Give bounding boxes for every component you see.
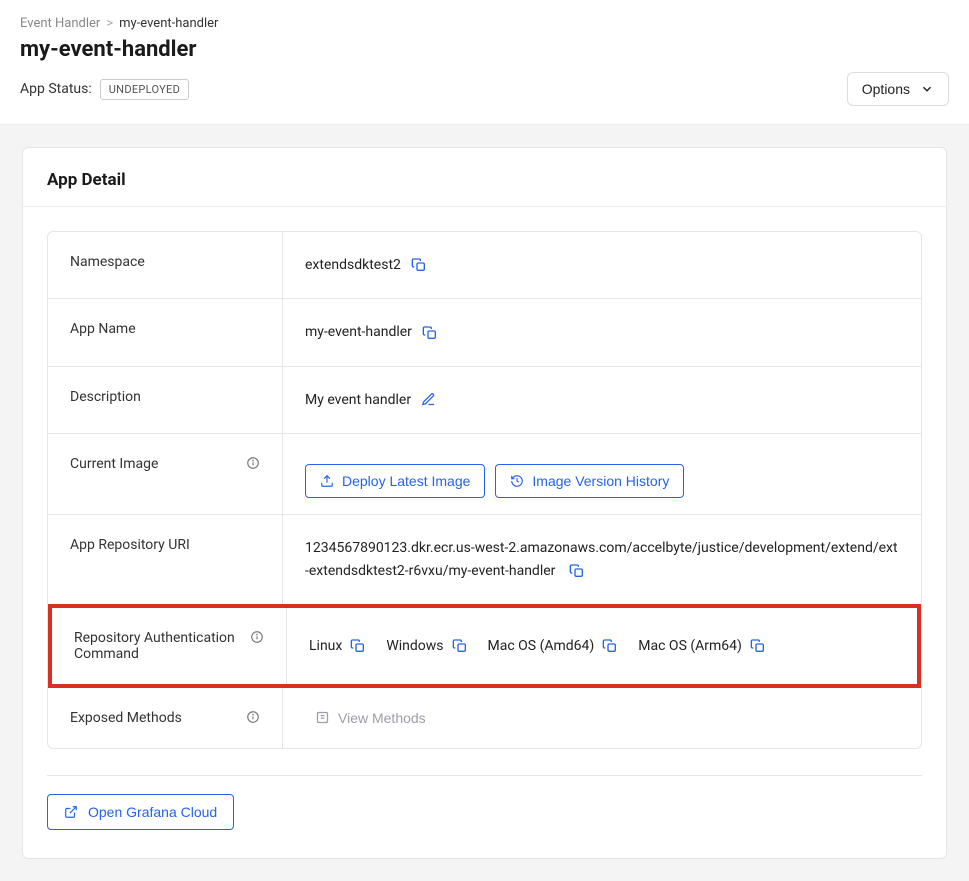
breadcrumb-sep: > (106, 16, 113, 31)
options-label: Options (862, 81, 910, 97)
info-icon[interactable] (246, 456, 260, 470)
image-version-history-button[interactable]: Image Version History (495, 464, 684, 498)
page-title: my-event-handler (20, 37, 949, 62)
app-status-label: App Status: (20, 81, 92, 97)
copy-icon[interactable] (452, 638, 468, 654)
deploy-latest-image-button[interactable]: Deploy Latest Image (305, 464, 485, 498)
copy-icon[interactable] (350, 638, 366, 654)
row-current-image: Current Image Deploy Latest Image Image (48, 434, 921, 515)
view-methods-label: View Methods (338, 710, 426, 726)
row-appname: App Name my-event-handler (48, 299, 921, 366)
copy-icon[interactable] (602, 638, 618, 654)
card-title: App Detail (23, 148, 946, 207)
copy-icon[interactable] (422, 325, 438, 341)
breadcrumb-current: my-event-handler (119, 16, 218, 31)
namespace-label: Namespace (70, 254, 260, 270)
divider (47, 775, 922, 776)
view-methods-button[interactable]: View Methods (305, 710, 426, 726)
status-badge: UNDEPLOYED (100, 79, 189, 100)
row-auth-command: Repository Authentication Command Linux (48, 604, 921, 688)
appname-value: my-event-handler (305, 321, 412, 343)
history-label: Image Version History (532, 473, 669, 489)
current-image-label: Current Image (70, 456, 240, 472)
row-repo-uri: App Repository URI 1234567890123.dkr.ecr… (48, 515, 921, 605)
detail-table: Namespace extendsdktest2 App Name my-eve… (47, 231, 922, 749)
auth-windows-label: Windows (386, 635, 443, 657)
auth-macos-amd64-label: Mac OS (Amd64) (488, 635, 595, 657)
grafana-label: Open Grafana Cloud (88, 804, 217, 820)
info-icon[interactable] (250, 630, 264, 644)
repo-uri-label: App Repository URI (70, 537, 260, 553)
info-icon[interactable] (246, 710, 260, 724)
namespace-value: extendsdktest2 (305, 254, 401, 276)
description-value: My event handler (305, 389, 411, 411)
copy-icon[interactable] (569, 563, 585, 579)
copy-icon[interactable] (411, 257, 427, 273)
description-label: Description (70, 389, 260, 405)
open-grafana-cloud-button[interactable]: Open Grafana Cloud (47, 794, 234, 830)
auth-macos-arm64-label: Mac OS (Arm64) (638, 635, 742, 657)
breadcrumb: Event Handler > my-event-handler (20, 16, 949, 31)
repo-uri-value: 1234567890123.dkr.ecr.us-west-2.amazonaw… (305, 540, 898, 578)
edit-icon[interactable] (421, 392, 436, 407)
exposed-methods-label: Exposed Methods (70, 710, 240, 726)
row-exposed-methods: Exposed Methods View Methods (48, 688, 921, 748)
copy-icon[interactable] (750, 638, 766, 654)
app-detail-card: App Detail Namespace extendsdktest2 App … (22, 147, 947, 859)
auth-linux-label: Linux (309, 635, 342, 657)
auth-command-label: Repository Authentication Command (74, 630, 244, 662)
appname-label: App Name (70, 321, 260, 337)
deploy-label: Deploy Latest Image (342, 473, 470, 489)
breadcrumb-root[interactable]: Event Handler (20, 16, 100, 31)
chevron-down-icon (920, 82, 934, 96)
options-button[interactable]: Options (847, 72, 949, 106)
row-namespace: Namespace extendsdktest2 (48, 232, 921, 299)
row-description: Description My event handler (48, 367, 921, 434)
